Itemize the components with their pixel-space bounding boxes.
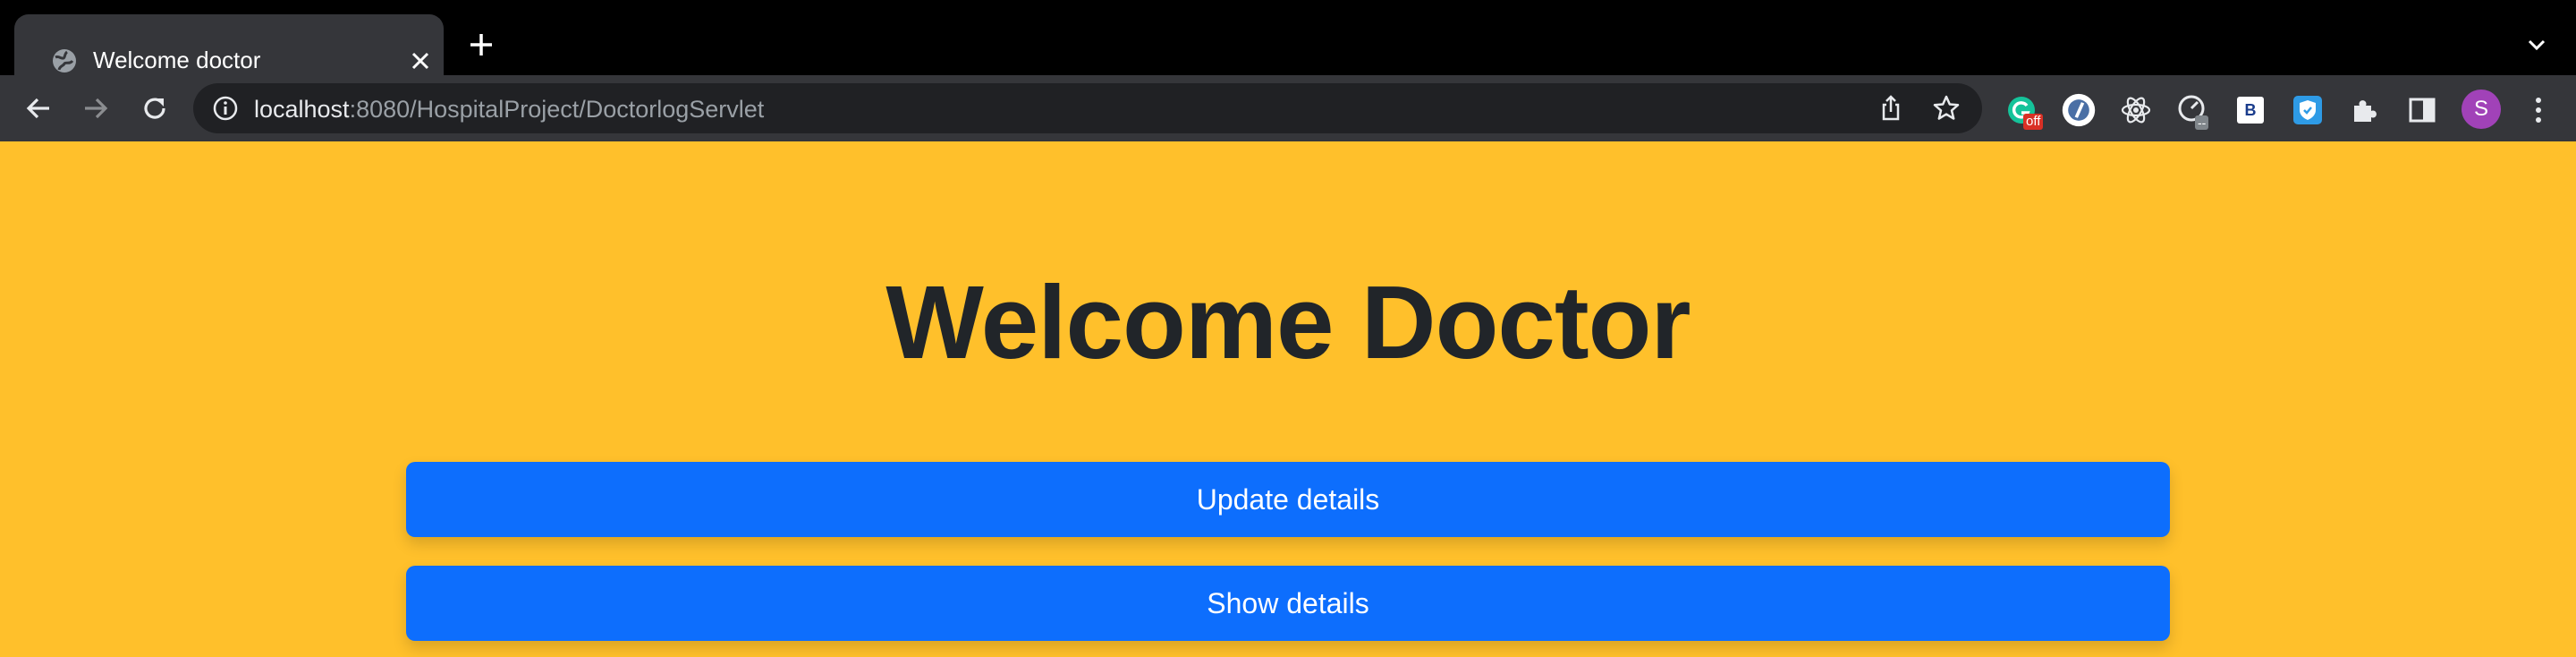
profile-initial: S	[2462, 90, 2501, 129]
b-extension-icon[interactable]: B	[2233, 92, 2268, 128]
info-icon[interactable]	[211, 94, 240, 123]
compass-extension-icon[interactable]	[2061, 92, 2097, 128]
show-details-button[interactable]: Show details	[406, 566, 2170, 641]
more-options-icon[interactable]	[2521, 92, 2556, 128]
extension-off-badge: off	[2023, 114, 2044, 130]
puzzle-extensions-icon[interactable]	[2347, 92, 2383, 128]
new-tab-icon[interactable]	[463, 27, 499, 63]
close-tab-icon[interactable]	[402, 43, 438, 79]
url-host: localhost	[254, 96, 350, 123]
shield-extension-icon[interactable]	[2290, 92, 2326, 128]
tab-strip: Welcome doctor	[0, 0, 2576, 75]
profile-avatar[interactable]: S	[2460, 88, 2503, 131]
tab-title: Welcome doctor	[93, 47, 261, 73]
browser-toolbar: localhost:8080/HospitalProject/Doctorlog…	[0, 75, 2576, 141]
extension-dash-badge: --	[2195, 115, 2209, 130]
back-arrow-icon[interactable]	[18, 88, 59, 129]
chevron-down-icon[interactable]	[2519, 27, 2555, 63]
forward-arrow-icon[interactable]	[75, 88, 116, 129]
update-details-button[interactable]: Update details	[406, 462, 2170, 537]
globe-icon	[50, 47, 79, 75]
share-icon[interactable]	[1877, 94, 1905, 123]
react-devtools-icon[interactable]	[2118, 92, 2154, 128]
bookmark-star-icon[interactable]	[1932, 94, 1961, 123]
grammarly-extension-icon[interactable]: off	[2004, 92, 2044, 130]
url-path: :8080/HospitalProject/DoctorlogServlet	[349, 96, 765, 123]
side-panel-icon[interactable]	[2404, 92, 2440, 128]
reload-icon[interactable]	[134, 88, 175, 129]
browser-tab[interactable]: Welcome doctor	[14, 14, 444, 75]
address-bar[interactable]: localhost:8080/HospitalProject/Doctorlog…	[193, 83, 1982, 133]
gauge-extension-icon[interactable]: --	[2175, 92, 2211, 130]
page-title: Welcome Doctor	[886, 264, 1690, 380]
b-extension-label: B	[2237, 97, 2264, 124]
url-text: localhost:8080/HospitalProject/Doctorlog…	[254, 96, 764, 124]
